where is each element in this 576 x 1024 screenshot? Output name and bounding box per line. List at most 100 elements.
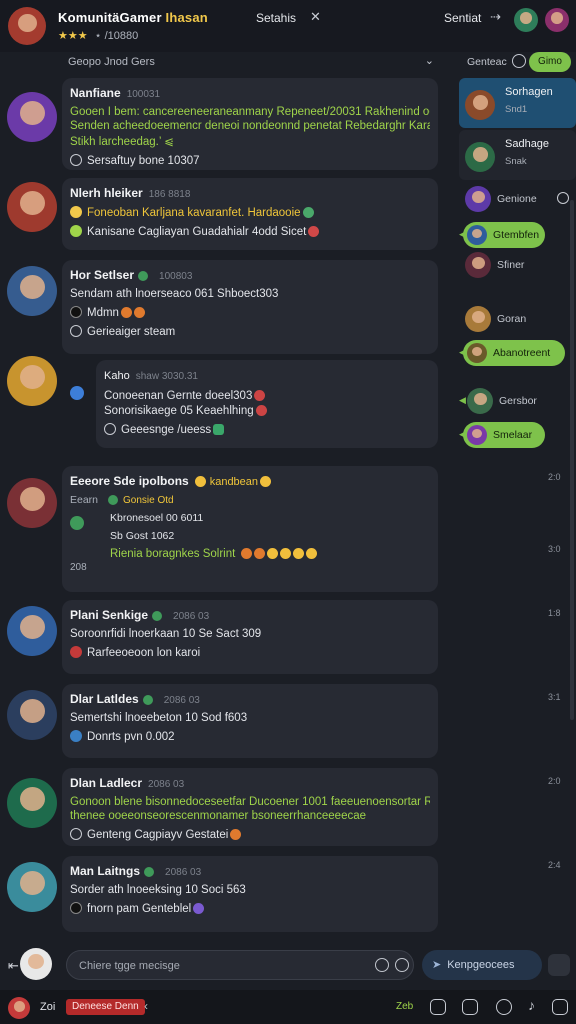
member-name: Gtembfen [493,229,540,241]
thread-icon[interactable] [70,386,84,400]
message-author[interactable]: Dlan Ladlecr [70,776,142,790]
message-author[interactable]: Hor Setlser [70,268,134,282]
message-time: 2086 03 [165,867,202,878]
sidebar-item[interactable]: Sadhage Snak [459,130,576,180]
sidebar-pill[interactable]: Gimo [529,52,571,72]
user-avatar-2[interactable] [545,8,569,32]
avatar[interactable] [7,182,57,232]
camera-icon[interactable] [430,999,446,1015]
avatar[interactable] [7,690,57,740]
message-text: Sorder ath lnoeeksing 10 Soci 563 [70,884,246,896]
message-author[interactable]: Dlar Latldes [70,692,139,706]
sentiment-tab[interactable]: Sentiat [444,11,481,25]
status-avatar[interactable] [8,997,30,1019]
mic-icon[interactable] [496,999,512,1015]
message-author[interactable]: Man Laitngs [70,864,140,878]
message-author[interactable]: Nanfiane [70,86,121,100]
member-row[interactable]: Goran [459,304,576,334]
message-time: shaw 3030.31 [135,371,198,382]
section-tab[interactable]: Setahis [256,11,296,25]
message-card[interactable]: Nanfiane 100031 Gooen I bem: cancereeneer… [62,78,438,170]
member-row[interactable]: Sfiner [459,250,576,280]
message-sub: Gonsie Otd [123,495,174,506]
message-card[interactable]: Hor Setlser 100803 Sendam ath lnoerseaco … [62,260,438,354]
message-text: Soroonrfidi lnoerkaan 10 Se Sact 309 [70,628,262,640]
sidebar-item-active[interactable]: Sorhagen Snd1 [459,78,576,128]
avatar[interactable] [7,92,57,142]
message-author[interactable]: Nlerh hleiker [70,186,143,200]
verified-icon [108,495,119,505]
channel-header[interactable]: Geopo Jnod Gers ⌄ [62,54,438,74]
self-avatar[interactable] [20,948,52,980]
message-footer: Sersaftuy bone 10307 [87,155,200,167]
message-card[interactable]: Dlar Latldes 2086 03 Semertshi lnoeebeton… [62,684,438,758]
avatar[interactable] [7,862,57,912]
verified-icon [70,516,84,530]
avatar[interactable] [7,606,57,656]
member-pill[interactable]: Smelaar [463,422,545,448]
avatar[interactable] [7,478,57,528]
member-pill[interactable]: Abanotreent [463,340,565,366]
attach-icon[interactable] [395,958,409,972]
message-card[interactable]: Man Laitngs 2086 03 Sorder ath lnoeeksing… [62,856,438,932]
emoji-icon [194,476,206,487]
message-text: thenee ooeeonseorescenmonamer bsoneerrha… [70,810,367,822]
message-input[interactable] [79,957,369,975]
message-author[interactable]: Eeeore Sde ipolbons [70,474,189,488]
emoji-icon [120,307,132,318]
emoji-picker-icon[interactable] [375,958,389,972]
music-icon[interactable]: ♪ [528,997,535,1013]
avatar[interactable] [7,356,57,406]
chevron-down-icon[interactable]: ⌄ [425,54,434,67]
badge-icon [70,225,82,237]
avatar[interactable] [7,778,57,828]
settings-icon[interactable] [512,54,526,68]
back-icon[interactable]: ⇤ [8,958,19,974]
check-icon [70,828,82,840]
arrow-icon[interactable]: ⇢ [490,9,501,25]
member-row[interactable]: ◀ Gersbor [459,386,576,416]
message-card[interactable]: Eeeore Sde ipolbons kandbean Eearn Gonsie … [62,466,438,592]
avatar[interactable] [7,266,57,316]
member-row[interactable]: ◀ Smelaar [459,420,576,450]
scrollbar[interactable] [570,200,574,720]
member-row[interactable]: Genione [459,184,576,214]
message-input-wrap[interactable] [66,950,414,980]
message-card[interactable]: Kaho shaw 3030.31 Conoeenan Gernte doeel3… [96,360,438,448]
message-text: Sb Gost 1062 [110,530,175,542]
check-icon [70,154,82,166]
message-footer: Donrts pvn 0.002 [87,731,175,743]
options-button[interactable] [548,954,570,976]
rating-stars: ★★★ [58,30,88,42]
sidebar-item-sub: Snak [505,156,527,167]
sidebar-tab[interactable]: Genteac [467,56,507,68]
community-avatar[interactable] [8,7,46,45]
emoji-icon [241,548,253,559]
chevron-left-icon[interactable]: ‹ [144,999,148,1013]
message-author[interactable]: Kaho [104,370,130,382]
message-card[interactable]: Nlerh hleiker 186 8818 Foneoban Karljana … [62,178,438,250]
member-pill[interactable]: Gtembfen [463,222,545,248]
more-icon[interactable] [552,999,568,1015]
close-icon[interactable]: ✕ [310,9,321,25]
emoji-icon [254,548,266,559]
gallery-icon[interactable] [462,999,478,1015]
send-button[interactable]: ➤ Kenpgeocees [422,950,542,980]
message-card[interactable]: Dlan Ladlecr 2086 03 Gonoon blene bisonne… [62,768,438,846]
avatar [465,252,491,278]
member-row[interactable]: ◀ Gtembfen [459,220,576,250]
status-badge[interactable]: Deneese Denn [66,999,145,1015]
send-icon: ➤ [432,959,442,971]
message-author[interactable]: Plani Senkige [70,608,148,622]
avatar [465,90,495,120]
member-row[interactable]: ◀ Abanotreent [459,338,576,368]
message-text: Gonoon blene bisonnedoceseetfar Ducoener… [70,796,430,808]
sidebar-tabs: Genteac Gimo [459,48,576,76]
user-avatar-1[interactable] [514,8,538,32]
status-text: Zoi [40,1001,56,1013]
message-time: 2086 03 [163,695,200,706]
avatar [465,142,495,172]
message-card[interactable]: Plani Senkige 2086 03 Soroonrfidi lnoerka… [62,600,438,674]
emoji-icon [302,207,314,218]
emoji-icon [306,548,318,559]
